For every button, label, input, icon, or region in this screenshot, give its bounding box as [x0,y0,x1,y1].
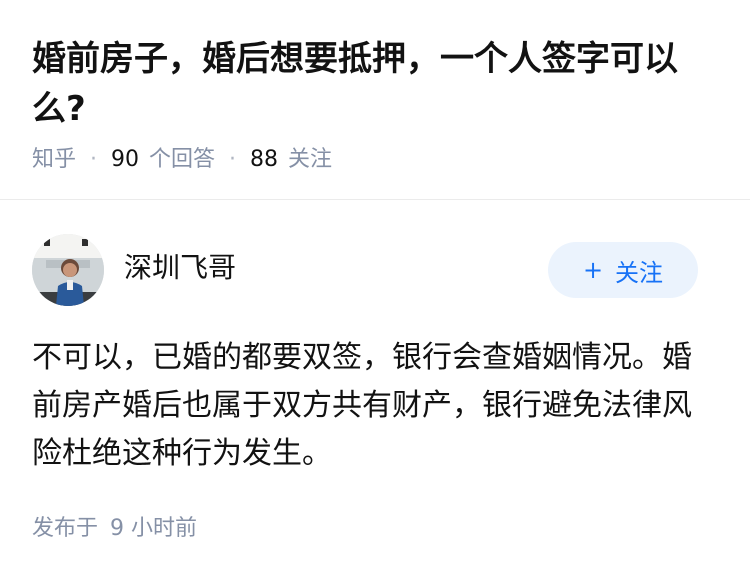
answer-count-unit: 个回答 [149,147,216,172]
question-header: 婚前房子，婚后想要抵押，一个人签字可以么? 知乎 · 90 个回答 · 88 关注 [0,0,750,200]
question-meta: 知乎 · 90 个回答 · 88 关注 [32,145,332,175]
answer-count: 90 [111,147,140,172]
answer-card: 深圳飞哥 + 关注 不可以，已婚的都要双签，银行会查婚姻情况。婚前房产婚后也属于双… [0,200,750,580]
avatar[interactable] [32,234,104,306]
avatar-image [32,234,104,306]
question-title[interactable]: 婚前房子，婚后想要抵押，一个人签字可以么? [32,34,722,134]
follow-button-label: 关注 [615,258,664,287]
follow-button[interactable]: + 关注 [548,242,698,298]
publish-prefix: 发布于 [32,516,99,541]
follower-count: 88 [250,147,279,172]
author-name[interactable]: 深圳飞哥 [124,250,236,286]
publish-time-value: 9 小时前 [110,516,198,541]
separator-dot-icon: · [229,147,237,172]
source-label[interactable]: 知乎 [32,147,76,172]
follower-count-unit: 关注 [288,147,333,172]
plus-icon: + [582,256,604,284]
answer-publish-time: 发布于 9 小时前 [32,514,197,544]
separator-dot-icon: · [90,147,98,172]
answer-content[interactable]: 不可以，已婚的都要双签，银行会查婚姻情况。婚前房产婚后也属于双方共有财产，银行避… [32,334,718,478]
